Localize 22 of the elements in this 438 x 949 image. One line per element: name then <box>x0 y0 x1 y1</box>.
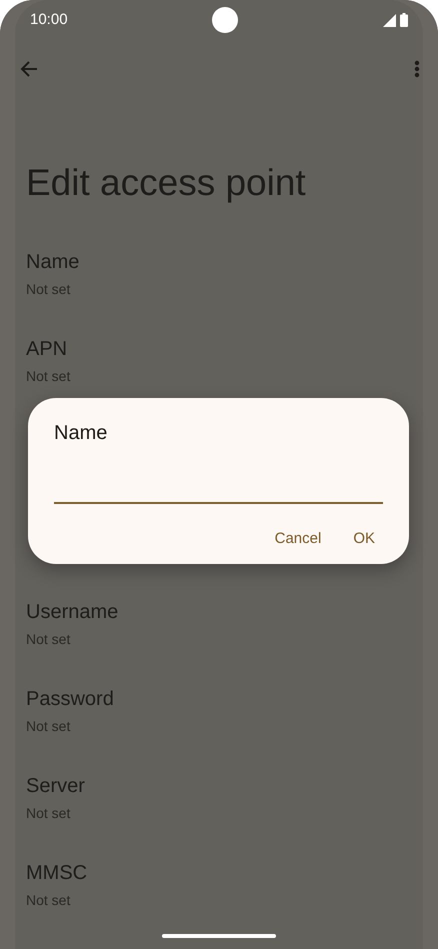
setting-value: Not set <box>26 280 72 299</box>
setting-value: Not set <box>26 630 72 649</box>
setting-title: MMSC <box>26 861 88 886</box>
battery-icon <box>400 13 408 27</box>
camera-cutout <box>212 7 238 33</box>
setting-value: Not set <box>26 891 72 910</box>
page-title: Edit access point <box>26 162 306 203</box>
signal-icon <box>382 14 396 26</box>
setting-title: APN <box>26 337 68 362</box>
setting-value: Not set <box>26 804 72 823</box>
setting-value: Not set <box>26 367 70 386</box>
clock-time: 10:00 <box>30 10 68 30</box>
setting-value: Not set <box>26 717 72 736</box>
setting-title: Username <box>26 600 118 625</box>
back-arrow-icon[interactable] <box>20 60 38 78</box>
dialog-title: Name <box>54 421 108 446</box>
ok-button[interactable]: OK <box>345 520 383 558</box>
cancel-button[interactable]: Cancel <box>266 520 330 558</box>
setting-title: Server <box>26 774 85 799</box>
setting-title: Password <box>26 687 114 712</box>
setting-title: Name <box>26 250 80 275</box>
more-options-icon[interactable] <box>414 60 420 78</box>
